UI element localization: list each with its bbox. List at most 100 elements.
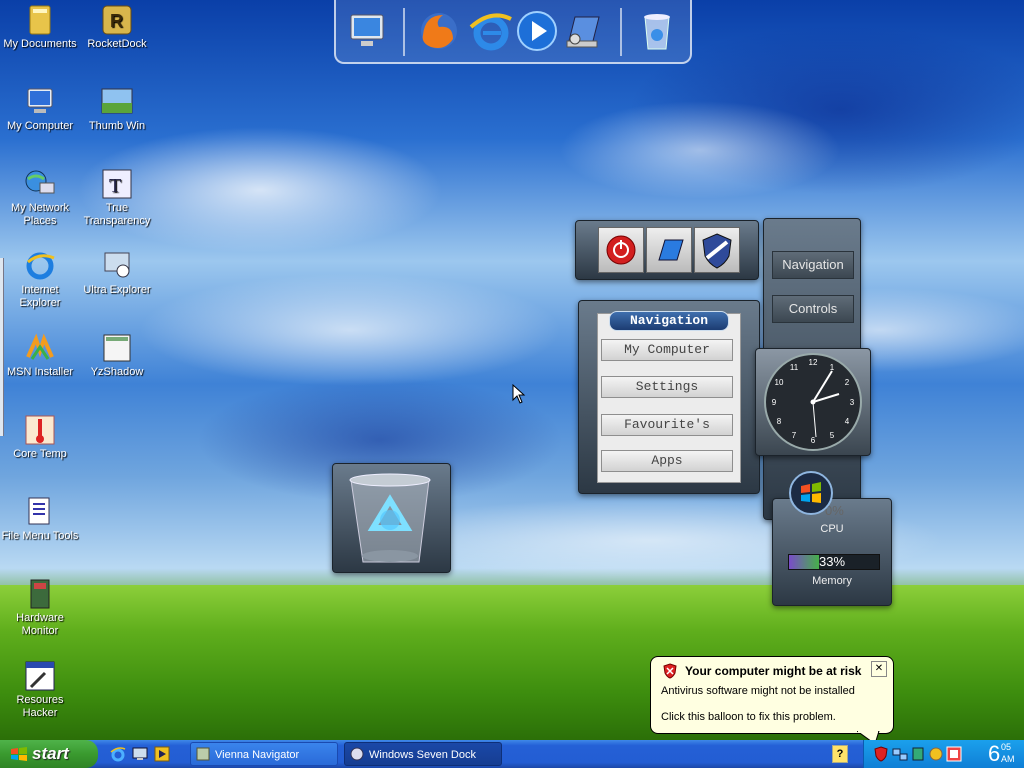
svg-text:1: 1: [830, 363, 835, 372]
firefox-icon[interactable]: [416, 8, 462, 54]
task-vienna-navigator[interactable]: Vienna Navigator: [190, 742, 338, 766]
tray-security-icon[interactable]: [874, 746, 888, 762]
side-navigation-button[interactable]: Navigation: [772, 251, 854, 279]
desktop-icon-rocketdock[interactable]: R RocketDock: [77, 4, 157, 51]
windows-orb-icon[interactable]: [788, 470, 834, 516]
windows-seven-dock-icon: [350, 747, 364, 761]
tray-volume-icon[interactable]: [928, 746, 944, 762]
svg-text:4: 4: [845, 417, 850, 426]
task-windows-seven-dock[interactable]: Windows Seven Dock: [344, 742, 502, 766]
apps-button[interactable]: Apps: [601, 450, 733, 472]
mouse-cursor-icon: [512, 384, 526, 404]
desktop-icon-my-network-places[interactable]: My Network Places: [0, 168, 80, 228]
start-button[interactable]: start: [0, 740, 98, 768]
balloon-line2: Click this balloon to fix this problem.: [661, 711, 836, 723]
computer-icon: [24, 86, 56, 118]
recycle-bin-icon: [349, 473, 431, 563]
cpu-label: CPU: [820, 523, 844, 535]
desktop-icon-ultra-explorer[interactable]: Ultra Explorer: [77, 250, 157, 297]
clock-minute: 05: [1001, 742, 1012, 752]
svg-text:11: 11: [790, 363, 799, 372]
balloon-close-button[interactable]: ✕: [871, 661, 887, 677]
svg-text:8: 8: [777, 417, 782, 426]
desktop-icon-file-menu-tools[interactable]: File Menu Tools: [0, 496, 80, 543]
desktop-icon-label: Hardware Monitor: [16, 612, 64, 637]
control-panel-icon[interactable]: [560, 8, 606, 54]
desktop-icon-core-temp[interactable]: Core Temp: [0, 414, 80, 461]
svg-text:T: T: [109, 175, 121, 197]
recycle-bin-widget[interactable]: [332, 463, 451, 573]
desktop-icon-label: MSN Installer: [6, 366, 74, 378]
desktop-icon-label: Core Temp: [13, 448, 67, 460]
svg-text:5: 5: [830, 431, 835, 440]
windows-flag-icon: [11, 747, 27, 761]
svg-text:12: 12: [809, 358, 818, 367]
power-button[interactable]: [598, 227, 644, 273]
task-label: Windows Seven Dock: [369, 749, 476, 761]
media-player-icon[interactable]: [514, 8, 560, 54]
desktop-icon-label: Ultra Explorer: [83, 284, 151, 296]
desktop-icon-true-transparency[interactable]: T True Transparency: [77, 168, 157, 228]
taskbar: start Vienna Navigator Windows Seven Doc…: [0, 740, 1024, 768]
internet-explorer-icon[interactable]: [468, 8, 514, 54]
start-label: start: [32, 744, 69, 763]
ultra-explorer-icon: [101, 250, 133, 282]
desktop-icon-label: Resoures Hacker: [16, 694, 64, 719]
quicklaunch-ie-icon[interactable]: [110, 746, 126, 762]
power-icon: [606, 235, 636, 265]
dock-separator: [403, 8, 405, 56]
side-edge-handle[interactable]: [0, 258, 4, 436]
security-balloon[interactable]: Your computer might be at risk ✕ Antivir…: [650, 656, 894, 745]
quicklaunch-media-icon[interactable]: [154, 746, 170, 762]
side-controls-button[interactable]: Controls: [772, 295, 854, 323]
desktop-icon-hardware-monitor[interactable]: Hardware Monitor: [0, 578, 80, 638]
tray-app-icon[interactable]: [946, 746, 962, 762]
svg-text:R: R: [110, 11, 123, 31]
my-computer-button[interactable]: My Computer: [601, 339, 733, 361]
yzshadow-icon: [101, 332, 133, 364]
recycle-bin-icon[interactable]: [634, 8, 680, 54]
desktop-icon-my-documents[interactable]: My Documents: [0, 4, 80, 51]
network-icon: [24, 168, 56, 200]
favourites-button[interactable]: Favourite's: [601, 414, 733, 436]
rocketdock-bar: [334, 0, 692, 64]
file-menu-tools-icon: [24, 496, 56, 528]
window-icon: [658, 239, 684, 261]
desktop-icon-label: My Computer: [6, 120, 74, 132]
memory-value: 33%: [819, 554, 846, 569]
controls-widget: [575, 220, 759, 280]
settings-button[interactable]: Settings: [601, 376, 733, 398]
tray-clock[interactable]: 6 05 AM: [986, 740, 1022, 768]
desktop-icon-label: Internet Explorer: [19, 284, 61, 309]
quicklaunch-desktop-icon[interactable]: [132, 746, 148, 762]
help-icon[interactable]: ?: [832, 745, 848, 763]
desktop-icon-my-computer[interactable]: My Computer: [0, 86, 80, 133]
svg-text:2: 2: [845, 378, 850, 387]
desktop-icon-thumb-win[interactable]: Thumb Win: [77, 86, 157, 133]
rocketdock-icon: R: [101, 4, 133, 36]
shield-button[interactable]: [694, 227, 740, 273]
resource-hacker-icon: [24, 660, 56, 692]
monitor-icon[interactable]: [344, 8, 390, 54]
thermometer-icon: [24, 414, 56, 446]
analog-clock-icon: 12123 4567 891011: [764, 353, 862, 451]
window-button[interactable]: [646, 227, 692, 273]
balloon-title: Your computer might be at risk: [685, 664, 862, 678]
clock-widget: 12 1 2 3 4567 8 9 10 11: [755, 348, 871, 456]
hardware-monitor-icon: [24, 578, 56, 610]
tray-hardware-icon[interactable]: [910, 746, 926, 762]
thumb-win-icon: [101, 86, 133, 118]
memory-bar: 33%: [788, 554, 880, 570]
system-tray: 6 05 AM: [863, 740, 1024, 768]
desktop-icon-yzshadow[interactable]: YzShadow: [77, 332, 157, 379]
desktop-icon-internet-explorer[interactable]: Internet Explorer: [0, 250, 80, 310]
tray-network-icon[interactable]: [892, 746, 908, 762]
shield-icon: [702, 233, 732, 269]
desktop-icon-msn-installer[interactable]: MSN Installer: [0, 332, 80, 379]
true-transparency-icon: T: [101, 168, 133, 200]
svg-text:10: 10: [775, 378, 784, 387]
svg-text:6: 6: [811, 436, 816, 445]
desktop-icon-resoures-hacker[interactable]: Resoures Hacker: [0, 660, 80, 720]
clock-ampm: AM: [1001, 754, 1015, 764]
vienna-navigator-icon: [196, 747, 210, 761]
